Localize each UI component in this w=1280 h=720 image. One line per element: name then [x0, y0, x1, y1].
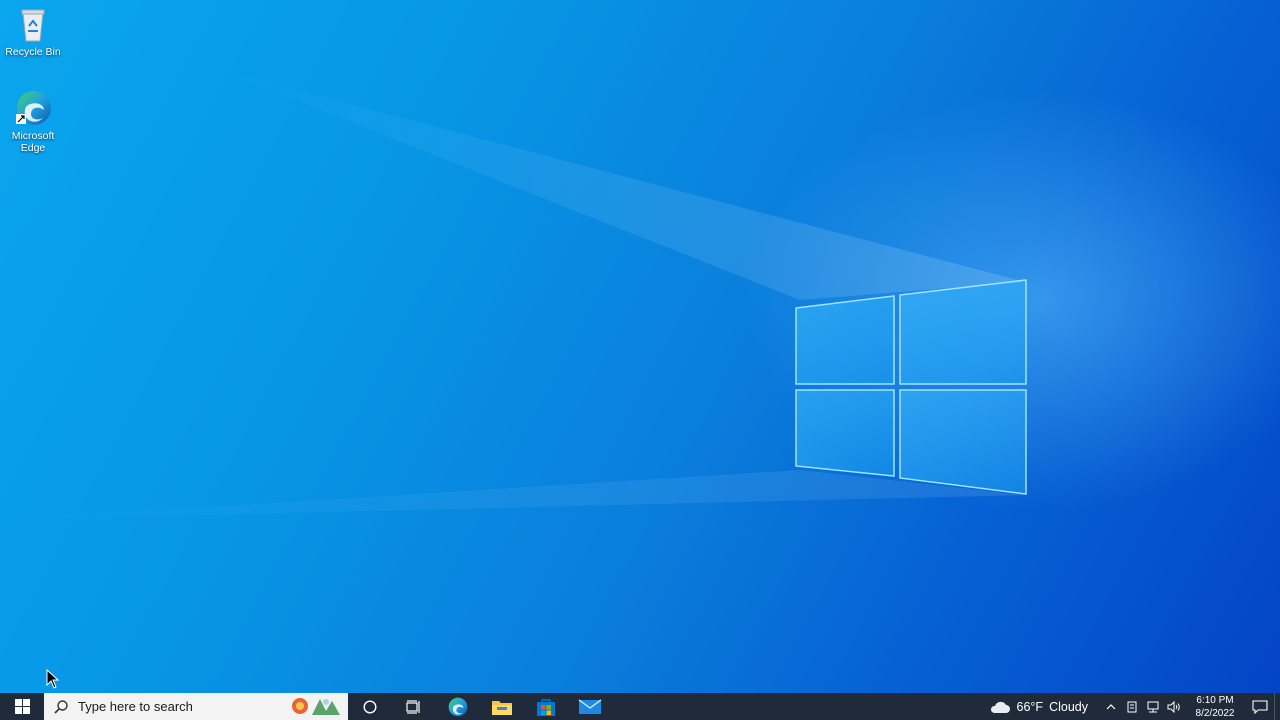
- edge-icon: [16, 91, 51, 125]
- store-icon: [537, 698, 555, 716]
- tray-device-button[interactable]: [1121, 701, 1142, 713]
- network-icon: [1147, 701, 1158, 712]
- weather-temperature: 66°F: [1016, 699, 1044, 714]
- speaker-icon: [1167, 700, 1180, 713]
- search-highlight-illustration[interactable]: [286, 695, 344, 718]
- weather-widget[interactable]: 66°F Cloudy: [989, 700, 1088, 714]
- network-button[interactable]: [1142, 701, 1163, 713]
- chevron-up-icon: [1106, 703, 1115, 709]
- task-view-button[interactable]: [392, 693, 436, 720]
- edge-icon: [448, 697, 468, 716]
- cloud-icon: [990, 701, 1010, 713]
- taskbar-app-edge[interactable]: [436, 693, 480, 720]
- wallpaper-light-beams: [0, 70, 1025, 520]
- desktop-icon-label: Microsoft Edge: [11, 130, 55, 154]
- weather-condition: Cloudy: [1049, 699, 1088, 714]
- clock-date: 8/2/2022: [1195, 707, 1235, 719]
- start-button[interactable]: [0, 693, 44, 720]
- taskbar: Type here to search 66°F Cloudy 6:10 PM …: [0, 693, 1280, 720]
- notification-icon: [1252, 699, 1268, 714]
- search-placeholder: Type here to search: [78, 699, 193, 714]
- taskbar-app-microsoft-store[interactable]: [524, 693, 568, 720]
- windows-logo-icon: [14, 699, 30, 714]
- windows-logo-wallpaper: [795, 279, 1027, 495]
- show-hidden-icons-button[interactable]: [1100, 703, 1121, 710]
- folder-icon: [492, 700, 512, 715]
- mail-icon: [578, 698, 602, 714]
- recycle-bin-icon: [21, 9, 45, 42]
- search-icon: [54, 699, 68, 714]
- show-desktop-button[interactable]: [1274, 693, 1280, 720]
- desktop[interactable]: Recycle Bin Microsoft Edge: [0, 0, 1280, 693]
- taskbar-app-mail[interactable]: [568, 693, 612, 720]
- desktop-icon-recycle-bin[interactable]: Recycle Bin: [0, 4, 68, 58]
- volume-button[interactable]: [1163, 700, 1184, 713]
- cortana-button[interactable]: [348, 693, 392, 720]
- action-center-button[interactable]: [1246, 699, 1274, 714]
- taskbar-clock[interactable]: 6:10 PM 8/2/2022: [1188, 694, 1242, 720]
- system-tray: 66°F Cloudy 6:10 PM 8/2/2022: [989, 693, 1280, 720]
- desktop-icon-microsoft-edge[interactable]: Microsoft Edge: [0, 88, 68, 154]
- circle-icon: [363, 699, 377, 714]
- mouse-cursor-icon: [46, 669, 60, 689]
- desktop-icon-label: Recycle Bin: [5, 46, 61, 58]
- task-view-icon: [406, 699, 420, 714]
- clock-time: 6:10 PM: [1196, 694, 1234, 706]
- search-box[interactable]: Type here to search: [44, 693, 348, 720]
- taskbar-app-file-explorer[interactable]: [480, 693, 524, 720]
- removable-device-icon: [1127, 701, 1136, 712]
